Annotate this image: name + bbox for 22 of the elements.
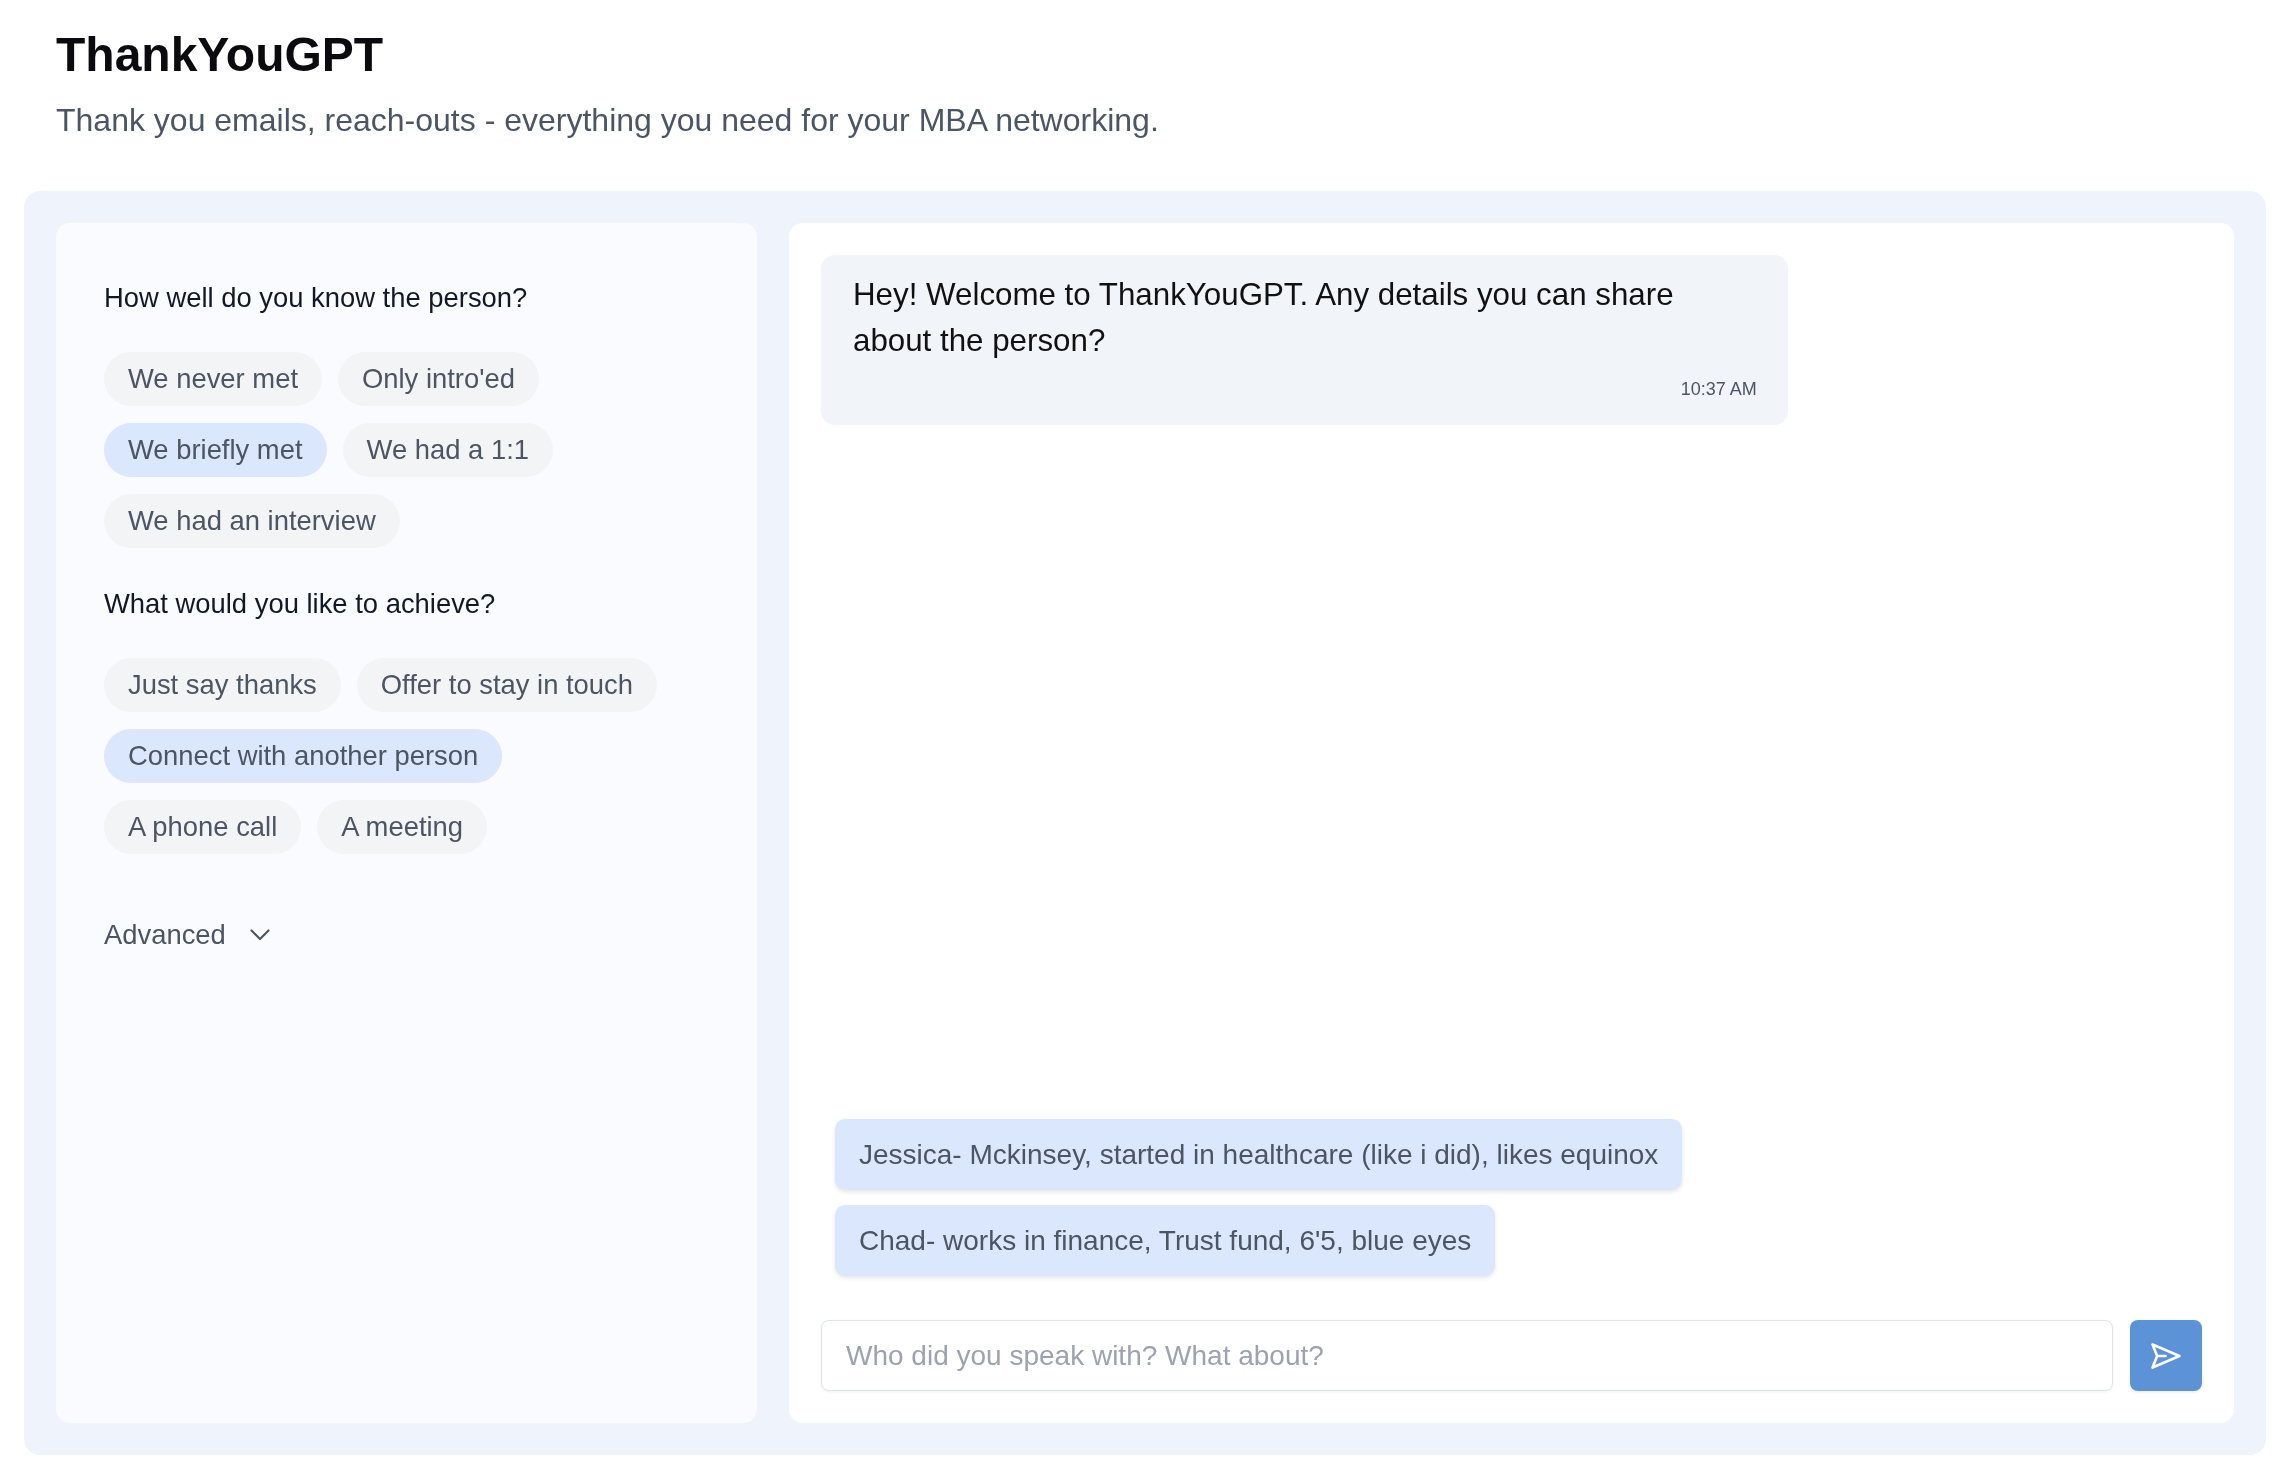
message-time: 10:37 AM — [1680, 378, 1757, 401]
suggestion-chip[interactable]: Chad- works in finance, Trust fund, 6'5, blue eyes — [835, 1205, 1496, 1276]
option-chip[interactable]: Connect with another person — [104, 729, 503, 783]
page-subtitle: Thank you emails, reach-outs - everything you need for your MBA networking. — [56, 101, 1160, 140]
send-button[interactable] — [2130, 1320, 2202, 1391]
suggestion-chip[interactable]: Jessica- Mckinsey, started in healthcare (like i did), likes equinox — [835, 1119, 1683, 1190]
question-label: What would you like to achieve? — [104, 587, 496, 621]
option-chip[interactable]: A phone call — [104, 800, 302, 854]
message-input-field[interactable]: Who did you speak with? What about? — [821, 1320, 2113, 1391]
option-chip[interactable]: We briefly met — [104, 423, 327, 477]
send-icon — [2151, 1341, 2181, 1370]
option-chip[interactable]: Just say thanks — [104, 658, 341, 712]
advanced-toggle[interactable]: Advanced — [104, 918, 270, 952]
message-text: Hey! Welcome to ThankYouGPT. Any details you can share about the person? — [853, 276, 1675, 360]
option-chip[interactable]: Offer to stay in touch — [356, 658, 657, 712]
option-chip[interactable]: A meeting — [317, 800, 488, 854]
question-label: How well do you know the person? — [104, 281, 528, 315]
page-title: ThankYouGPT — [56, 27, 385, 83]
option-chip[interactable]: We had a 1:1 — [342, 423, 553, 477]
option-chip[interactable]: We never met — [104, 352, 322, 406]
option-chip[interactable]: We had an interview — [104, 494, 400, 548]
option-chip[interactable]: Only intro'ed — [338, 352, 539, 406]
